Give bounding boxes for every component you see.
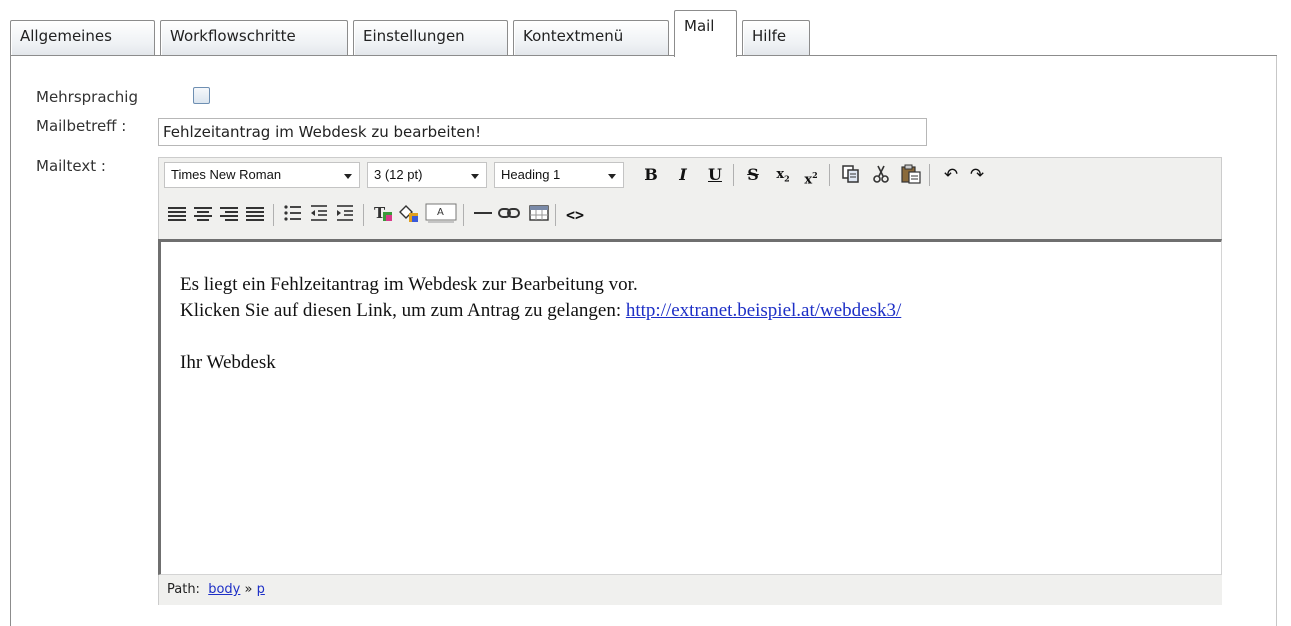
- background-color-icon[interactable]: [397, 204, 421, 226]
- editor-toolbar: Times New Roman 3 (12 pt) Heading 1 B I …: [158, 157, 1222, 239]
- text-style-icon[interactable]: A: [425, 202, 457, 224]
- multilingual-label: Mehrsprachig: [36, 88, 138, 106]
- align-right-icon[interactable]: [217, 204, 241, 226]
- mail-body-line-with-link: Klicken Sie auf diesen Link, um zum Antr…: [180, 298, 1221, 324]
- toolbar-separator: [733, 164, 734, 186]
- font-size-select[interactable]: 3 (12 pt): [367, 162, 487, 188]
- mail-body-line: Es liegt ein Fehlzeitantrag im Webdesk z…: [180, 274, 638, 295]
- tab-mail[interactable]: Mail: [674, 10, 737, 57]
- tab-bar: Allgemeines Workflowschritte Einstellung…: [0, 0, 1291, 57]
- source-code-icon[interactable]: <>: [563, 204, 587, 226]
- mail-body-text: Klicken Sie auf diesen Link, um zum Antr…: [180, 300, 626, 321]
- strikethrough-icon[interactable]: S: [741, 164, 765, 186]
- tab-label: Kontextmenü: [523, 27, 624, 45]
- toolbar-separator: [363, 204, 364, 226]
- tab-label: Workflowschritte: [170, 27, 296, 45]
- align-justify-icon[interactable]: [243, 204, 267, 226]
- toolbar-separator: [929, 164, 930, 186]
- block-format-value: Heading 1: [501, 167, 561, 182]
- tab-label: Mail: [684, 17, 715, 35]
- webdesk-link[interactable]: http://extranet.beispiel.at/webdesk3/: [626, 300, 901, 321]
- tab-allgemeines[interactable]: Allgemeines: [10, 20, 155, 55]
- mailtext-label: Mailtext :: [36, 157, 106, 175]
- multilingual-checkbox[interactable]: [193, 87, 210, 104]
- toolbar-separator: [273, 204, 274, 226]
- panel-border-right: [1276, 55, 1277, 626]
- editor-path-bar: Path: body » p: [158, 575, 1222, 605]
- align-center-icon[interactable]: [191, 204, 215, 226]
- italic-icon[interactable]: I: [671, 164, 695, 186]
- path-item-p[interactable]: p: [257, 582, 265, 597]
- chevron-down-icon: [608, 174, 616, 179]
- font-size-value: 3 (12 pt): [374, 167, 423, 182]
- svg-text:A: A: [437, 207, 444, 218]
- toolbar-separator: [463, 204, 464, 226]
- rich-text-editor: Times New Roman 3 (12 pt) Heading 1 B I …: [158, 157, 1222, 607]
- text-color-icon[interactable]: T: [371, 204, 395, 226]
- tab-label: Einstellungen: [363, 27, 465, 45]
- tab-workflowschritte[interactable]: Workflowschritte: [160, 20, 348, 55]
- bullet-list-icon[interactable]: [281, 204, 305, 226]
- cut-icon[interactable]: [869, 164, 893, 186]
- path-item-body[interactable]: body: [208, 582, 240, 597]
- superscript-icon[interactable]: x2: [799, 164, 823, 187]
- align-left-icon[interactable]: [165, 204, 189, 226]
- path-label: Path:: [167, 582, 200, 597]
- undo-icon[interactable]: ↶: [939, 164, 963, 186]
- mail-body-empty-line: [180, 324, 1221, 350]
- font-family-select[interactable]: Times New Roman: [164, 162, 360, 188]
- tab-hilfe[interactable]: Hilfe: [742, 20, 810, 55]
- bold-icon[interactable]: B: [639, 164, 663, 186]
- path-separator: »: [244, 582, 253, 597]
- outdent-icon[interactable]: [307, 204, 331, 226]
- tab-underline: [10, 55, 1277, 56]
- tab-label: Allgemeines: [20, 27, 112, 45]
- chevron-down-icon: [471, 174, 479, 179]
- editor-content-area[interactable]: Es liegt ein Fehlzeitantrag im Webdesk z…: [158, 239, 1222, 575]
- block-format-select[interactable]: Heading 1: [494, 162, 624, 188]
- mail-signature: Ihr Webdesk: [180, 352, 276, 373]
- tab-label: Hilfe: [752, 27, 787, 45]
- copy-icon[interactable]: [839, 164, 863, 186]
- table-icon[interactable]: [527, 204, 551, 226]
- subscript-icon[interactable]: x2: [771, 164, 795, 186]
- indent-icon[interactable]: [333, 204, 357, 226]
- horizontal-rule-icon[interactable]: [471, 204, 495, 226]
- subject-input[interactable]: Fehlzeitantrag im Webdesk zu bearbeiten!: [158, 118, 927, 146]
- chevron-down-icon: [344, 174, 352, 179]
- font-family-value: Times New Roman: [171, 167, 282, 182]
- underline-icon[interactable]: U: [703, 164, 727, 186]
- redo-icon[interactable]: ↷: [965, 164, 989, 186]
- tab-einstellungen[interactable]: Einstellungen: [353, 20, 508, 55]
- toolbar-separator: [555, 204, 556, 226]
- toolbar-separator: [829, 164, 830, 186]
- panel-border-left: [10, 55, 11, 626]
- subject-label: Mailbetreff :: [36, 117, 127, 135]
- link-icon[interactable]: [497, 204, 521, 226]
- tab-kontextmenue[interactable]: Kontextmenü: [513, 20, 669, 55]
- paste-icon[interactable]: [899, 164, 923, 186]
